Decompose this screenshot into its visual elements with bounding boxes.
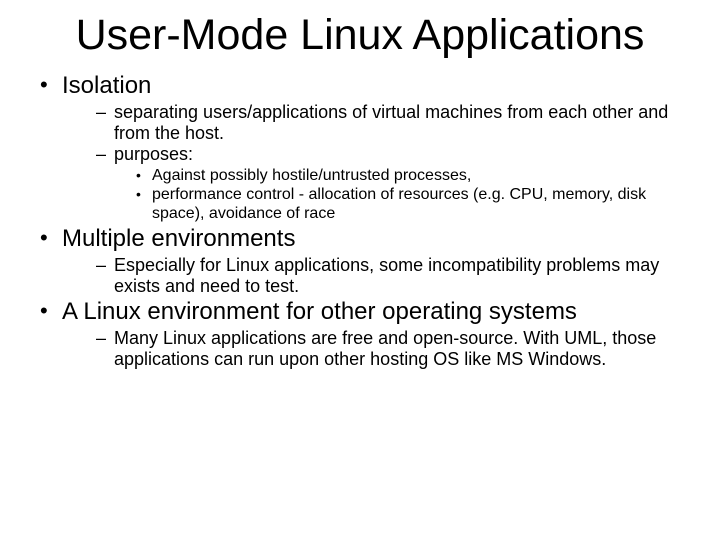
list-item: Multiple environments Especially for Lin… [36, 225, 690, 296]
list-item-text: Multiple environments [62, 225, 295, 252]
slide: User-Mode Linux Applications Isolation s… [0, 0, 720, 540]
list-item-text: Isolation [62, 72, 151, 99]
list-item-text: Against possibly hostile/untrusted proce… [152, 167, 471, 184]
bullet-list-level1: Isolation separating users/applications … [30, 72, 690, 369]
list-item: performance control - allocation of reso… [136, 186, 690, 223]
bullet-list-level2: Especially for Linux applications, some … [62, 255, 690, 296]
list-item: Especially for Linux applications, some … [96, 255, 690, 296]
list-item: separating users/applications of virtual… [96, 102, 690, 143]
list-item: Many Linux applications are free and ope… [96, 328, 690, 369]
list-item-text: purposes: [114, 144, 193, 164]
slide-title: User-Mode Linux Applications [30, 12, 690, 58]
list-item-text: Especially for Linux applications, some … [114, 255, 659, 296]
list-item: Isolation separating users/applications … [36, 72, 690, 223]
list-item-text: separating users/applications of virtual… [114, 102, 668, 143]
bullet-list-level3: Against possibly hostile/untrusted proce… [114, 167, 690, 223]
list-item: Against possibly hostile/untrusted proce… [136, 167, 690, 185]
list-item-text: performance control - allocation of reso… [152, 186, 646, 221]
bullet-list-level2: separating users/applications of virtual… [62, 102, 690, 223]
list-item: A Linux environment for other operating … [36, 298, 690, 369]
list-item-text: A Linux environment for other operating … [62, 298, 577, 325]
list-item: purposes: Against possibly hostile/untru… [96, 144, 690, 223]
bullet-list-level2: Many Linux applications are free and ope… [62, 328, 690, 369]
list-item-text: Many Linux applications are free and ope… [114, 328, 656, 369]
